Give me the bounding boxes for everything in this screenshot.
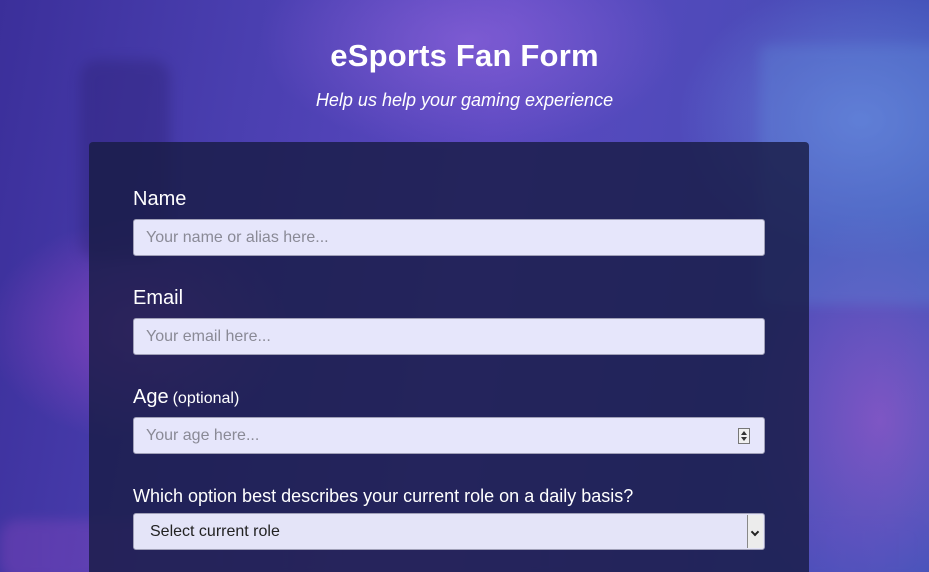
role-label: Which option best describes your current… xyxy=(133,486,634,506)
name-field-group: Name Your name or alias here... xyxy=(133,187,765,256)
email-field-group: Email Your email here... xyxy=(133,286,765,355)
age-label: Age (optional) xyxy=(133,385,765,411)
chevron-down-icon[interactable] xyxy=(747,515,763,548)
age-field-group: Age (optional) Your age here... xyxy=(133,385,765,454)
email-input-placeholder: Your email here... xyxy=(146,328,271,345)
page-subtitle: Help us help your gaming experience xyxy=(315,90,614,110)
role-select[interactable]: Select current role xyxy=(133,513,765,550)
role-field-group: Which option best describes your current… xyxy=(133,484,765,550)
name-input-placeholder: Your name or alias here... xyxy=(146,229,329,246)
header: eSports Fan Form Help us help your gamin… xyxy=(0,36,929,112)
role-select-value: Select current role xyxy=(150,523,280,540)
number-spinner-icon[interactable] xyxy=(738,428,750,444)
name-input[interactable]: Your name or alias here... xyxy=(133,219,765,256)
age-optional-note: (optional) xyxy=(172,390,240,407)
email-input[interactable]: Your email here... xyxy=(133,318,765,355)
survey-form: Name Your name or alias here... Email Yo… xyxy=(89,142,809,572)
spinner-up-icon[interactable] xyxy=(741,431,747,435)
age-input[interactable]: Your age here... xyxy=(133,417,765,454)
age-input-placeholder: Your age here... xyxy=(146,427,260,444)
age-label-text: Age xyxy=(133,386,169,408)
page-title: eSports Fan Form xyxy=(330,38,599,73)
email-label: Email xyxy=(133,287,184,309)
page-background: eSports Fan Form Help us help your gamin… xyxy=(0,0,929,572)
spinner-down-icon[interactable] xyxy=(741,437,747,441)
name-label: Name xyxy=(133,188,187,210)
